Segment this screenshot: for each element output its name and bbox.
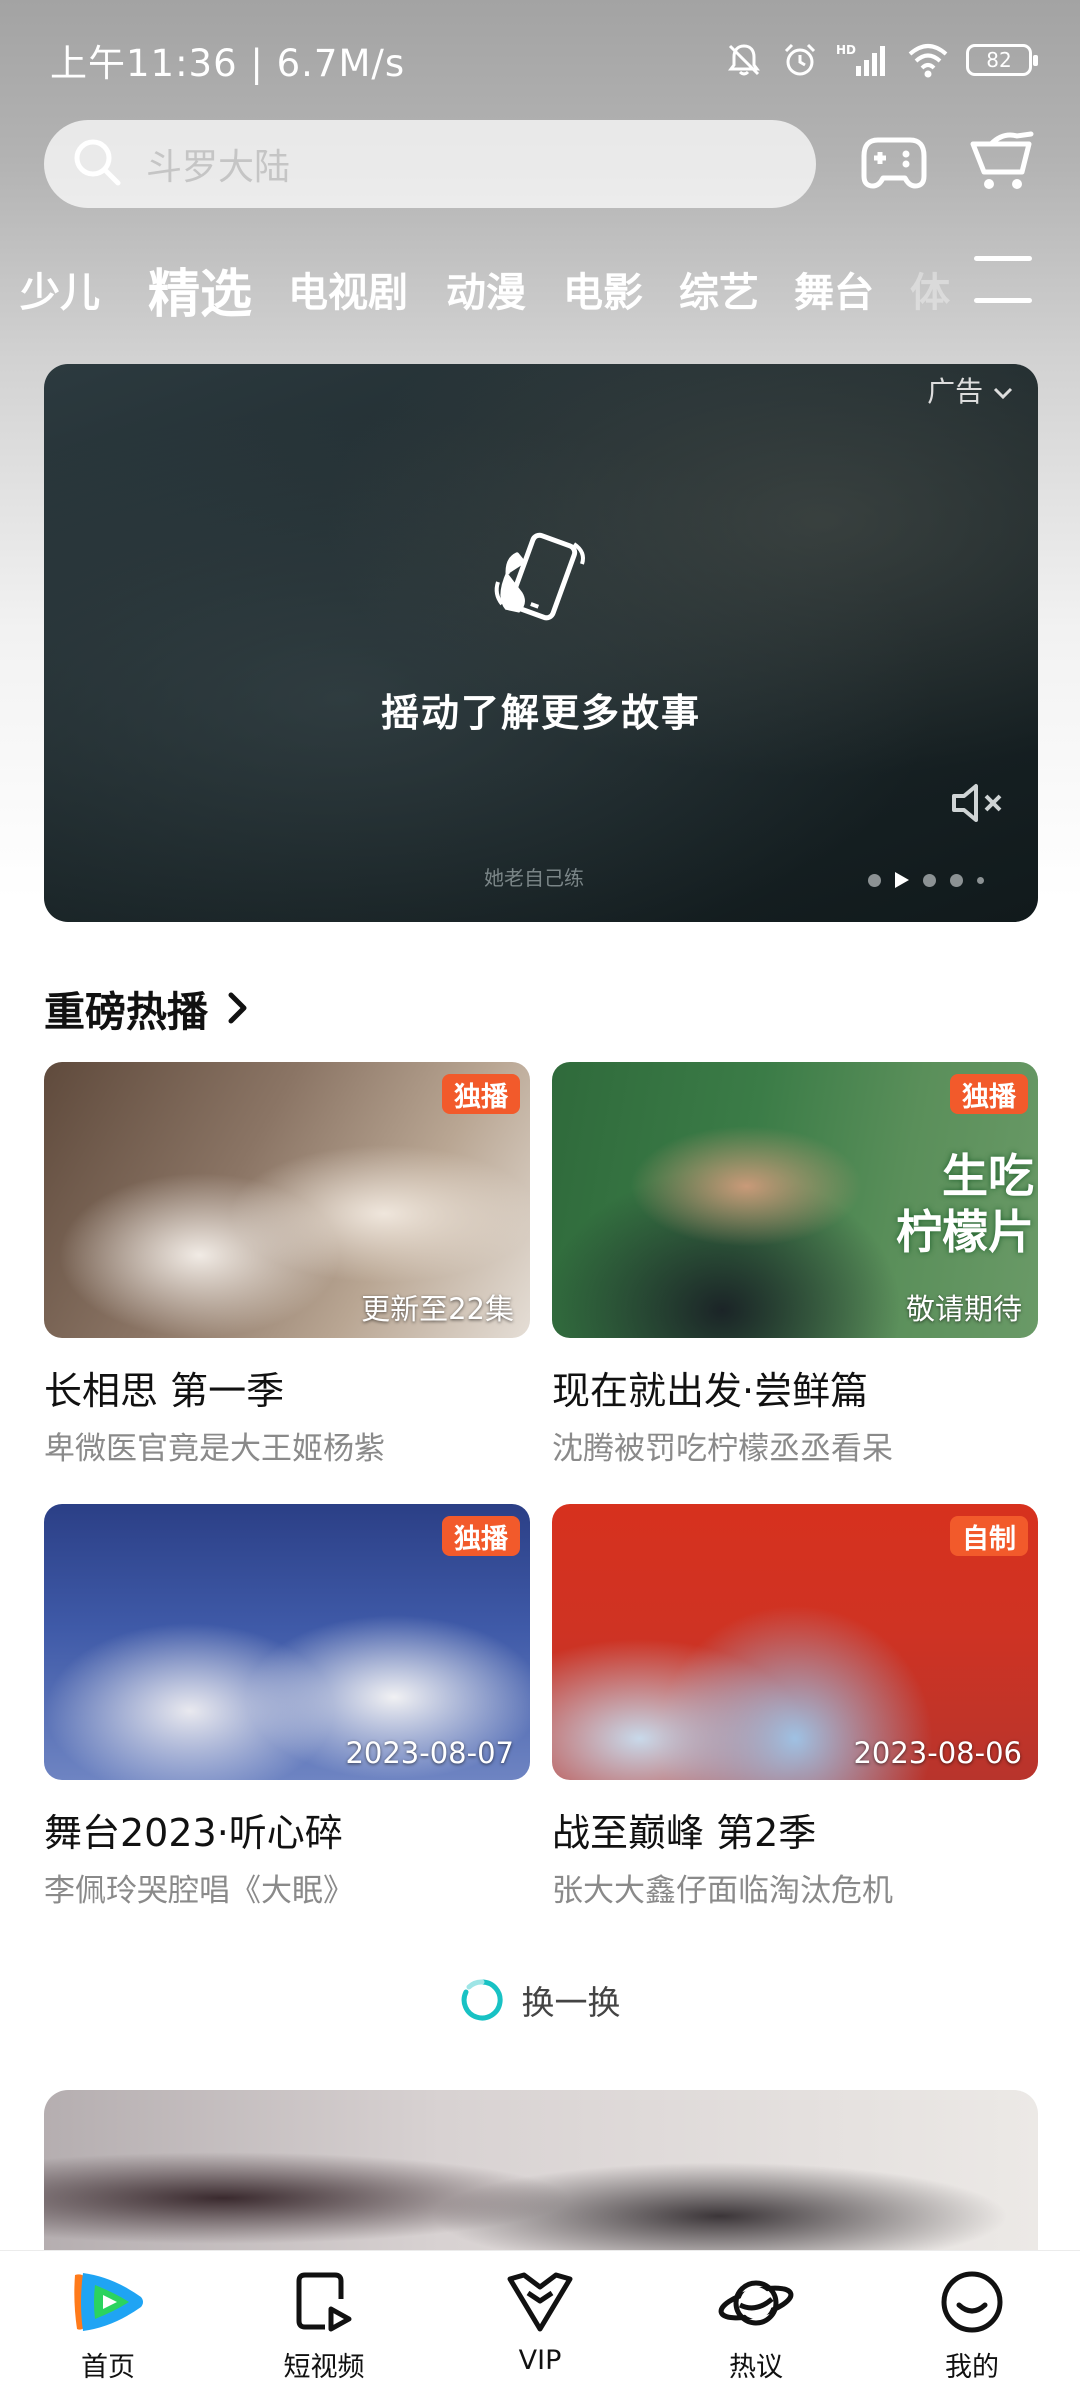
smiley-profile-icon [939, 2269, 1005, 2339]
search-input[interactable]: 斗罗大陆 [44, 120, 816, 208]
carousel-dot [868, 873, 881, 887]
ad-label[interactable]: 广告 [927, 370, 1014, 410]
original-badge: 自制 [950, 1516, 1028, 1556]
status-bar: 上午11:36 | 6.7M/s HD 82 [0, 0, 1080, 120]
channel-menu-button[interactable] [974, 256, 1032, 308]
category-tabs: 少儿 精选 电视剧 动漫 电影 综艺 舞台 体 [0, 240, 1080, 330]
shopping-cart-icon [969, 130, 1039, 198]
tab-sports[interactable]: 体 [910, 260, 950, 318]
carousel-dot [923, 873, 936, 887]
search-icon [70, 135, 124, 193]
video-thumbnail[interactable]: 独播 更新至22集 [44, 1062, 530, 1338]
tab-movies[interactable]: 电影 [563, 260, 643, 318]
date-caption: 2023-08-07 [345, 1736, 514, 1770]
section-title: 重磅热播 [44, 988, 208, 1036]
tab-featured[interactable]: 精选 [148, 252, 252, 327]
video-thumbnail[interactable]: 独播 生吃 柠檬片 敬请期待 [552, 1062, 1038, 1338]
nav-label: 短视频 [283, 2352, 365, 2383]
nav-label: VIP [518, 2345, 562, 2376]
shake-prompt: 摇动了解更多故事 [380, 691, 701, 735]
game-controller-button[interactable] [858, 128, 930, 200]
battery-indicator: 82 [966, 44, 1038, 76]
menu-line [974, 298, 1032, 303]
search-placeholder: 斗罗大陆 [146, 147, 291, 188]
nav-vip[interactable]: VIP [432, 2251, 648, 2400]
wifi-icon [906, 40, 950, 80]
mute-speaker-icon[interactable] [948, 778, 1006, 832]
nav-discuss[interactable]: 热议 [648, 2251, 864, 2400]
shopping-cart-button[interactable] [968, 128, 1040, 200]
bottom-navigation: 首页 短视频 VIP 热议 我的 [0, 2250, 1080, 2400]
exclusive-badge: 独播 [442, 1074, 520, 1114]
alarm-icon [780, 40, 820, 80]
refresh-label: 换一换 [521, 1983, 621, 2022]
chevron-right-icon [226, 990, 250, 1026]
video-subtitle: 卑微医官竟是大王姬杨紫 [44, 1431, 385, 1467]
planet-icon [716, 2269, 796, 2339]
signal-icon: HD [836, 40, 890, 80]
video-card[interactable]: 独播 生吃 柠檬片 敬请期待 现在就出发·尝鲜篇 沈腾被罚吃柠檬丞丞看呆 [552, 1062, 1038, 1468]
svg-text:HD: HD [836, 43, 856, 57]
carousel-dot [977, 876, 984, 884]
tab-tv-series[interactable]: 电视剧 [288, 260, 408, 318]
video-subtitle: 沈腾被罚吃柠檬丞丞看呆 [552, 1431, 893, 1467]
tab-kids[interactable]: 少儿 [20, 260, 100, 318]
video-card[interactable]: 独播 2023-08-07 舞台2023·听心碎 李佩玲哭腔唱《大眠》 [44, 1504, 530, 1910]
episode-caption: 敬请期待 [905, 1292, 1022, 1326]
video-title[interactable]: 舞台2023·听心碎 [44, 1802, 530, 1857]
status-icons: HD 82 [724, 40, 1038, 80]
carousel-dot [950, 873, 963, 887]
carousel-indicator [868, 872, 984, 888]
thumbnail-overlay-text: 生吃 柠檬片 [896, 1149, 1034, 1259]
tencent-video-logo-icon [69, 2269, 147, 2339]
video-title[interactable]: 战至巅峰 第2季 [552, 1802, 1038, 1857]
video-subtitle: 李佩玲哭腔唱《大眠》 [44, 1873, 354, 1909]
next-feature-banner[interactable] [44, 2090, 1038, 2270]
tab-variety[interactable]: 综艺 [679, 260, 759, 318]
date-caption: 2023-08-06 [853, 1736, 1022, 1770]
video-thumbnail[interactable]: 自制 2023-08-06 [552, 1504, 1038, 1780]
refresh-button[interactable]: 换一换 [0, 1976, 1080, 2024]
search-row: 斗罗大陆 [44, 120, 1044, 208]
video-card[interactable]: 自制 2023-08-06 战至巅峰 第2季 张大大鑫仔面临淘汰危机 [552, 1504, 1038, 1910]
vip-crown-icon [504, 2269, 576, 2339]
banner-watermark: 她老自己练 [484, 866, 584, 890]
menu-line [974, 256, 1032, 261]
nav-label: 热议 [729, 2352, 783, 2383]
game-controller-icon [860, 132, 928, 196]
exclusive-badge: 独播 [950, 1074, 1028, 1114]
chevron-down-icon [992, 375, 1014, 408]
tab-anime[interactable]: 动漫 [446, 260, 526, 318]
section-header[interactable]: 重磅热播 [44, 978, 250, 1038]
carousel-dot-active [895, 872, 909, 888]
video-title[interactable]: 现在就出发·尝鲜篇 [552, 1360, 1038, 1415]
nav-label: 我的 [945, 2352, 999, 2383]
nav-home[interactable]: 首页 [0, 2251, 216, 2400]
nav-label: 首页 [81, 2352, 135, 2383]
promo-banner[interactable]: 广告 摇动了解更多故事 她老自己练 [44, 364, 1038, 922]
video-thumbnail[interactable]: 独播 2023-08-07 [44, 1504, 530, 1780]
video-subtitle: 张大大鑫仔面临淘汰危机 [552, 1873, 893, 1909]
nav-profile[interactable]: 我的 [864, 2251, 1080, 2400]
video-card[interactable]: 独播 更新至22集 长相思 第一季 卑微医官竟是大王姬杨紫 [44, 1062, 530, 1468]
exclusive-badge: 独播 [442, 1516, 520, 1556]
shake-phone-icon [488, 524, 594, 638]
ad-label-text: 广告 [927, 375, 984, 408]
tab-stage[interactable]: 舞台 [794, 260, 874, 318]
short-video-icon [291, 2269, 357, 2339]
video-title[interactable]: 长相思 第一季 [44, 1360, 530, 1415]
nav-short-video[interactable]: 短视频 [216, 2251, 432, 2400]
status-time-speed: 上午11:36 | 6.7M/s [50, 42, 406, 85]
refresh-spinner-icon [460, 1978, 504, 2022]
episode-caption: 更新至22集 [361, 1292, 514, 1326]
mute-bell-icon [724, 40, 764, 80]
